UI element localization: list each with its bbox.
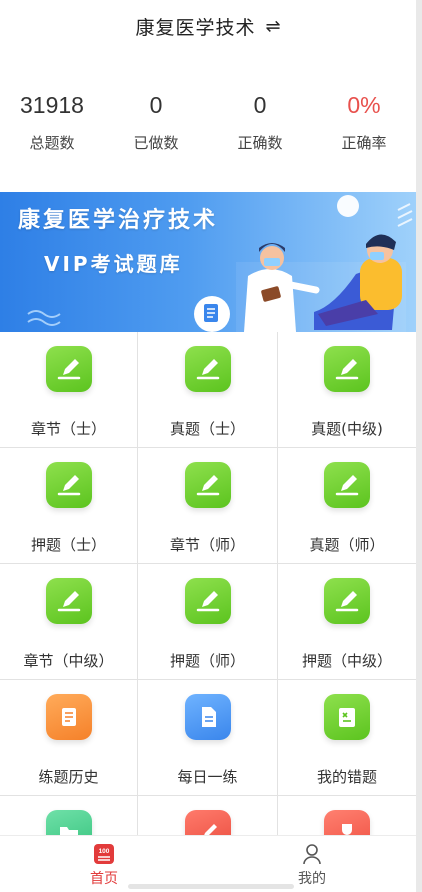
wrong-book-icon: [324, 694, 370, 740]
grid-item-label: 押题（士）: [30, 536, 106, 554]
stat-correct-value: 0: [253, 92, 267, 118]
grid-item-daily[interactable]: 每日一练: [138, 680, 278, 796]
stat-rate-value: 0%: [347, 92, 381, 118]
grid-item-label: 我的错题: [316, 768, 377, 786]
grid-item-label: 押题（中级）: [301, 652, 392, 670]
stat-done-label: 已做数: [133, 134, 179, 152]
feature-grid: 章节（士） 真题（士） 真题(中级) 押题（士） 章节（师） 真题（师） 章节（…: [0, 332, 416, 892]
banner-subtitle: VIP考试题库: [44, 252, 183, 276]
pencil-icon: [324, 346, 370, 392]
app-header: 康复医学技术 ⇌: [0, 0, 416, 52]
page-title: 康复医学技术: [135, 16, 256, 39]
scroll-icon: [45, 694, 92, 740]
grid-item-chapter-shi[interactable]: 章节（士）: [0, 332, 138, 448]
stat-done-value: 0: [149, 92, 163, 118]
grid-item-chapter-shi2[interactable]: 章节（师）: [138, 448, 278, 564]
grid-item-label: 练题历史: [38, 768, 99, 786]
home-indicator: [128, 884, 294, 889]
svg-text:100: 100: [99, 848, 110, 855]
scrollbar[interactable]: [416, 0, 422, 892]
grid-item-label: 章节（中级）: [23, 652, 114, 670]
grid-item-predict-shi2[interactable]: 押题（师）: [138, 564, 278, 680]
promo-banner[interactable]: 康复医学治疗技术 VIP考试题库: [0, 192, 416, 332]
stat-done: 0 已做数: [104, 88, 208, 153]
pencil-icon: [184, 578, 231, 624]
home-100-icon: 100: [93, 842, 115, 866]
stat-rate: 0% 正确率: [312, 88, 416, 153]
grid-item-exam-shi[interactable]: 真题（士）: [138, 332, 278, 448]
grid-item-label: 真题(中级): [311, 420, 383, 438]
document-icon: [184, 694, 231, 740]
pencil-icon: [45, 578, 92, 624]
user-icon: [301, 842, 323, 866]
stat-total-label: 总题数: [29, 134, 75, 152]
stats-row: 31918 总题数 0 已做数 0 正确数 0% 正确率: [0, 88, 416, 153]
pencil-icon: [184, 346, 231, 392]
grid-item-exam-shi2[interactable]: 真题（师）: [278, 448, 416, 564]
grid-item-wrong[interactable]: 我的错题: [278, 680, 416, 796]
grid-item-label: 真题（师）: [309, 536, 385, 554]
pencil-icon: [324, 462, 370, 508]
banner-title: 康复医学治疗技术: [18, 208, 219, 233]
tab-label: 首页: [90, 871, 118, 887]
grid-item-label: 章节（士）: [30, 420, 106, 438]
stat-total: 31918 总题数: [0, 88, 104, 153]
grid-item-history[interactable]: 练题历史: [0, 680, 138, 796]
stat-correct-label: 正确数: [237, 134, 283, 152]
grid-item-label: 押题（师）: [169, 652, 245, 670]
swap-icon[interactable]: ⇌: [265, 16, 280, 37]
grid-item-predict-shi[interactable]: 押题（士）: [0, 448, 138, 564]
stat-rate-label: 正确率: [341, 134, 387, 152]
pencil-icon: [184, 462, 231, 508]
grid-item-predict-intermediate[interactable]: 押题（中级）: [278, 564, 416, 680]
pencil-icon: [45, 346, 92, 392]
tab-label: 我的: [298, 871, 326, 887]
grid-item-chapter-intermediate[interactable]: 章节（中级）: [0, 564, 138, 680]
stat-total-value: 31918: [20, 92, 84, 118]
grid-item-label: 每日一练: [177, 768, 238, 786]
grid-item-label: 章节（师）: [169, 536, 245, 554]
stat-correct: 0 正确数: [208, 88, 312, 153]
pencil-icon: [324, 578, 370, 624]
grid-item-label: 真题（士）: [169, 420, 245, 438]
pencil-icon: [45, 462, 92, 508]
grid-item-exam-intermediate[interactable]: 真题(中级): [278, 332, 416, 448]
